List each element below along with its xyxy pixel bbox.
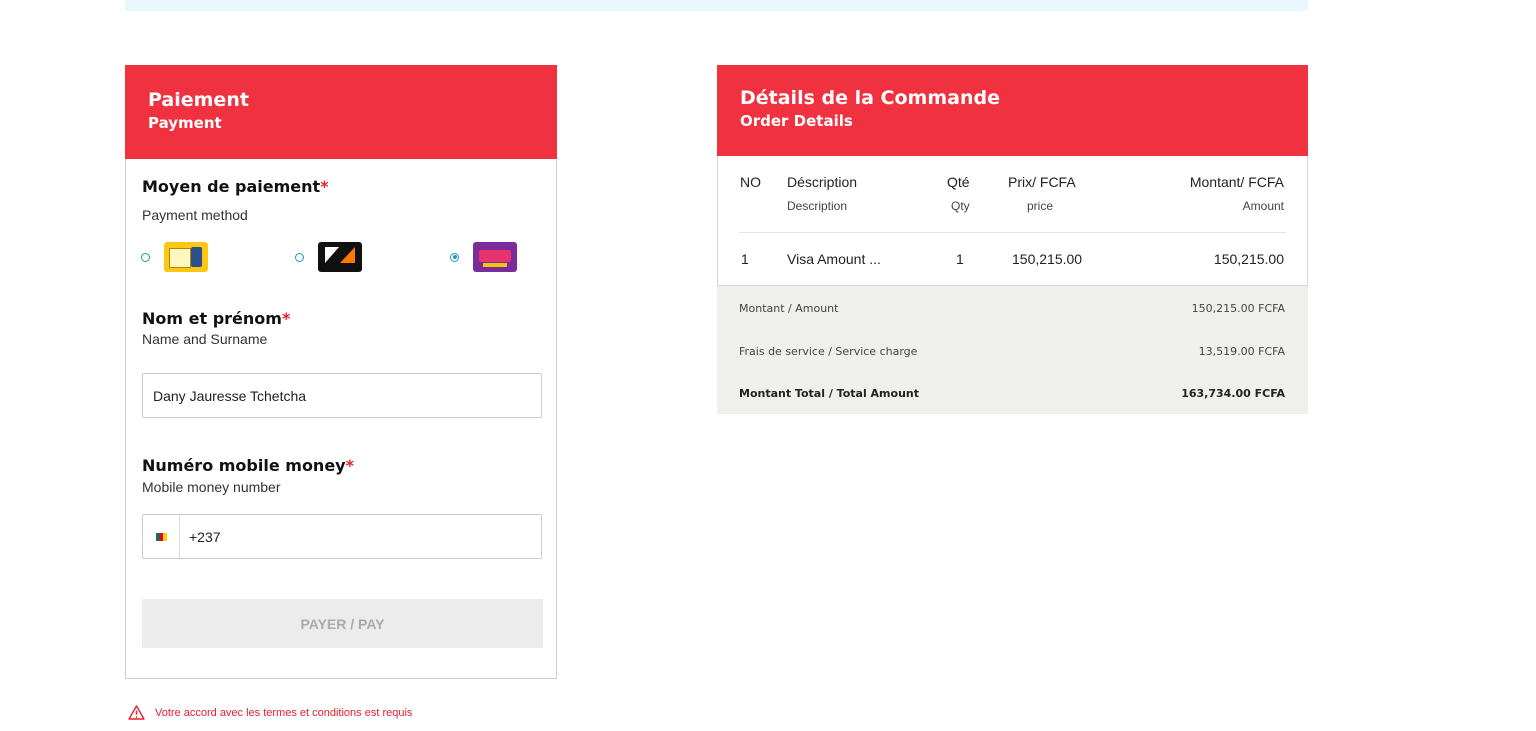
service-charge-row: Frais de service / Service charge 13,519… (739, 345, 1285, 358)
row-amount: 150,215.00 (1213, 251, 1284, 267)
warning-triangle-icon (128, 705, 145, 720)
payment-method-yoomee[interactable] (450, 242, 517, 272)
phone-subtitle: Mobile money number (142, 479, 281, 495)
pay-button[interactable]: PAYER / PAY (142, 599, 543, 648)
orange-money-logo[interactable] (318, 242, 362, 272)
payment-method-orange[interactable] (295, 242, 362, 272)
subtotal-label: Montant / Amount (739, 302, 839, 315)
row-qty: 1 (956, 251, 964, 267)
column-header-no: NO (740, 174, 761, 190)
order-totals: Montant / Amount 150,215.00 FCFA Frais d… (717, 286, 1308, 414)
total-label: Montant Total / Total Amount (739, 387, 919, 400)
column-header-description: Déscription (787, 174, 858, 190)
order-subtitle: Order Details (740, 112, 853, 130)
name-title: Nom et prénom* (142, 309, 291, 328)
column-subheader-qty: Qty (951, 199, 970, 213)
order-header: Détails de la Commande Order Details (717, 65, 1308, 156)
radio-orange[interactable] (295, 252, 304, 262)
subtotal-value: 150,215.00 FCFA (1191, 302, 1285, 315)
column-header-price: Prix/ FCFA (1008, 174, 1076, 190)
payment-method-title: Moyen de paiement* (142, 177, 329, 196)
yoomee-money-logo[interactable] (473, 242, 517, 272)
country-flag-selector[interactable] (143, 515, 180, 558)
name-subtitle: Name and Surname (142, 331, 268, 347)
row-divider (739, 232, 1286, 233)
required-mark: * (320, 177, 329, 196)
name-input[interactable] (153, 374, 533, 417)
top-info-banner (125, 0, 1308, 11)
order-table: NO Déscription Description Qté Qty Prix/… (717, 156, 1308, 286)
phone-input[interactable] (189, 515, 529, 558)
column-header-qty: Qté (947, 174, 970, 190)
row-description: Visa Amount ... (787, 251, 881, 267)
mtn-mobile-money-logo[interactable] (164, 242, 208, 272)
column-subheader-description: Description (787, 199, 848, 213)
subtotal-row: Montant / Amount 150,215.00 FCFA (739, 302, 1285, 315)
payment-title: Paiement (148, 89, 249, 111)
payment-method-subtitle: Payment method (142, 207, 248, 223)
name-field[interactable] (142, 373, 542, 418)
flag-stripe (162, 532, 167, 541)
payment-subtitle: Payment (148, 114, 222, 132)
phone-title: Numéro mobile money* (142, 456, 354, 475)
payment-header: Paiement Payment (125, 65, 557, 159)
radio-yoomee-selected[interactable] (450, 252, 459, 262)
column-subheader-amount: Amount (1242, 199, 1284, 213)
column-header-amount: Montant/ FCFA (1189, 174, 1284, 190)
row-no: 1 (741, 251, 749, 267)
service-charge-label: Frais de service / Service charge (739, 345, 918, 358)
total-row: Montant Total / Total Amount 163,734.00 … (739, 387, 1285, 400)
order-details-card: Détails de la Commande Order Details NO … (717, 65, 1308, 414)
terms-warning: Votre accord avec les termes et conditio… (128, 705, 412, 720)
required-mark: * (281, 309, 291, 328)
radio-mtn[interactable] (141, 252, 150, 262)
total-value: 163,734.00 FCFA (1181, 387, 1285, 400)
required-mark: * (345, 456, 354, 475)
cameroon-flag-icon (155, 532, 167, 541)
order-title: Détails de la Commande (740, 87, 1000, 109)
phone-field[interactable] (142, 514, 542, 559)
column-subheader-price: price (1027, 199, 1054, 213)
payment-method-mtn[interactable] (141, 242, 208, 272)
service-charge-value: 13,519.00 FCFA (1198, 345, 1285, 358)
payment-card: Paiement Payment Moyen de paiement* Paym… (125, 65, 557, 679)
row-price: 150,215.00 (1012, 251, 1083, 267)
terms-warning-text: Votre accord avec les termes et conditio… (155, 706, 413, 719)
